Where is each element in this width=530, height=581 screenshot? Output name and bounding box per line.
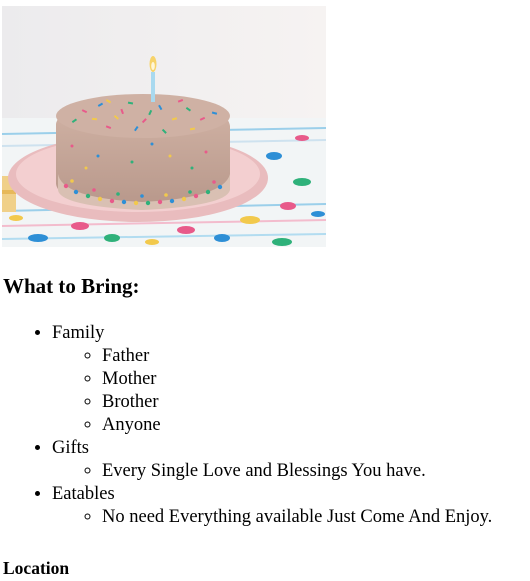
list-item: Father <box>102 345 492 368</box>
bring-list: Family Father Mother Brother Anyone Gift… <box>0 322 492 529</box>
list-item: Mother <box>102 368 492 391</box>
list-item: Every Single Love and Blessings You have… <box>102 460 492 483</box>
list-item: No need Everything available Just Come A… <box>102 506 492 529</box>
list-item: Brother <box>102 391 492 414</box>
list-item-eatables: Eatables No need Everything available Ju… <box>52 483 492 529</box>
gifts-sublist: Every Single Love and Blessings You have… <box>52 460 492 483</box>
list-item-family: Family Father Mother Brother Anyone <box>52 322 492 437</box>
family-sublist: Father Mother Brother Anyone <box>52 345 492 437</box>
eatables-sublist: No need Everything available Just Come A… <box>52 506 492 529</box>
list-item-label: Gifts <box>52 438 89 458</box>
birthday-cake-photo <box>2 6 326 247</box>
what-to-bring-heading: What to Bring: <box>3 274 140 298</box>
list-item-gifts: Gifts Every Single Love and Blessings Yo… <box>52 437 492 483</box>
list-item-label: Family <box>52 323 105 343</box>
location-heading: Location <box>3 558 70 578</box>
list-item: Anyone <box>102 414 492 437</box>
list-item-label: Eatables <box>52 484 115 504</box>
